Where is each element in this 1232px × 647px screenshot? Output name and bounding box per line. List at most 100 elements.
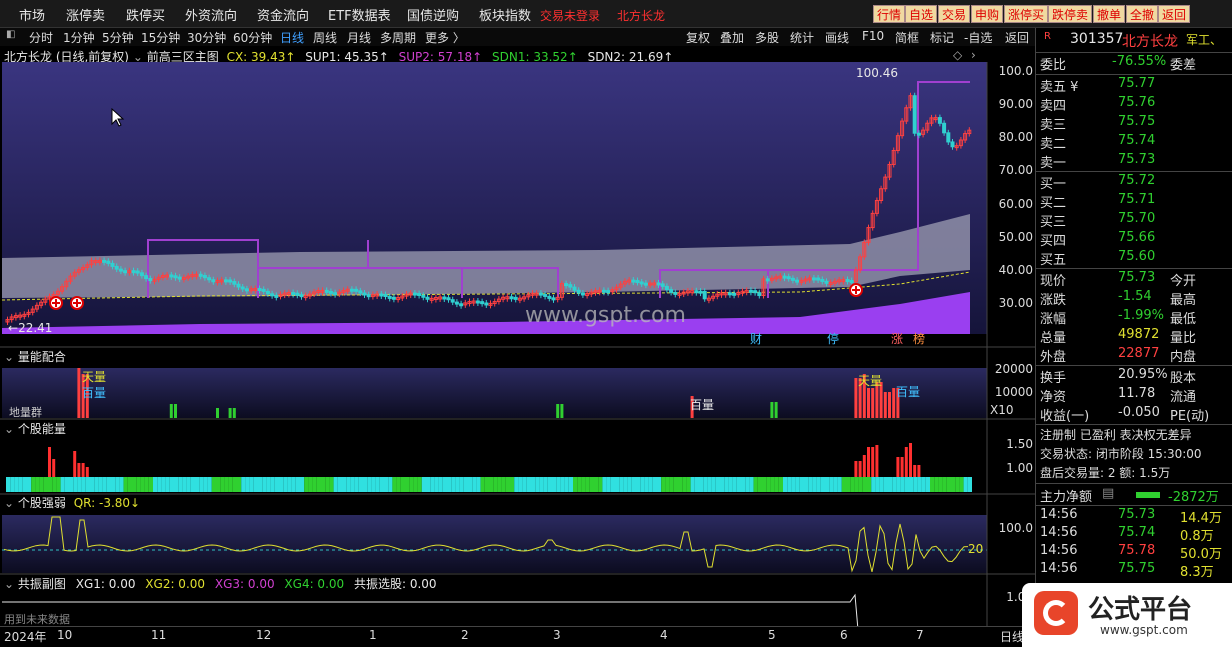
list-icon[interactable]: ▤ — [1102, 486, 1114, 501]
btn-subscribe[interactable]: 申购 — [971, 5, 1004, 23]
period-tab[interactable]: 5分钟 — [102, 29, 134, 46]
candle-body — [631, 279, 636, 283]
candle-body — [454, 301, 459, 305]
tool-multi[interactable]: 多股 — [755, 29, 779, 46]
volume-panel-title[interactable]: 量能配合 — [18, 350, 66, 364]
y-label: 70.00 — [998, 163, 1033, 177]
menu-repo[interactable]: 国债逆购 — [407, 5, 459, 24]
tool-return[interactable]: 返回 — [1005, 29, 1029, 46]
btn-watchlist[interactable]: 自选 — [905, 5, 938, 23]
strength-panel-title[interactable]: 个股强弱 — [18, 496, 66, 510]
energy-panel-title[interactable]: 个股能量 — [18, 422, 66, 436]
btn-cancel-all[interactable]: 全撤 — [1126, 5, 1159, 23]
ask-row[interactable]: 卖三 75.75 — [1040, 114, 1230, 133]
period-tab[interactable]: 1分钟 — [63, 29, 95, 46]
menu-capital-flow[interactable]: 资金流向 — [257, 5, 309, 24]
chart-area[interactable]: 100.46 ←22.41 www.gspt.com 财 停 涨 榜 — [0, 62, 1035, 628]
stat-label: 换手 — [1040, 371, 1067, 386]
menu-limit-down-buy[interactable]: 跌停买 — [126, 5, 165, 24]
tool-adjust[interactable]: 复权 — [686, 29, 710, 46]
period-more[interactable]: 更多 〉 — [425, 29, 465, 46]
energy-base-bar — [762, 477, 767, 492]
volume-bar — [228, 408, 232, 418]
bid-row[interactable]: 买四 75.66 — [1040, 230, 1230, 249]
period-tab[interactable]: 多周期 — [380, 29, 416, 46]
stock-tags: 注册制 已盈利 表决权无差异 — [1040, 426, 1230, 445]
energy-base-bar — [18, 477, 23, 492]
energy-spike-bar — [858, 461, 862, 477]
event-tag[interactable]: 涨 — [891, 331, 903, 346]
energy-base-bar — [295, 477, 300, 492]
btn-return-top[interactable]: 返回 — [1158, 5, 1191, 23]
candle-body — [601, 289, 606, 293]
tool-remove-watch[interactable]: -自选 — [964, 29, 992, 46]
tool-stats[interactable]: 统计 — [790, 29, 814, 46]
bid-row[interactable]: 买二 75.71 — [1040, 192, 1230, 211]
energy-base-bar — [749, 477, 754, 492]
diamond-icon[interactable]: ◇ — [953, 48, 962, 62]
energy-base-bar — [190, 477, 195, 492]
ask-row[interactable]: 卖一 75.73 — [1040, 152, 1230, 171]
tool-draw[interactable]: 画线 — [825, 29, 849, 46]
bid-row[interactable]: 买五 75.60 — [1040, 249, 1230, 268]
energy-base-bar — [694, 477, 699, 492]
ask-row[interactable]: 卖二 75.74 — [1040, 133, 1230, 152]
login-notice[interactable]: 交易未登录 — [540, 7, 600, 24]
period-tab[interactable]: 60分钟 — [233, 29, 272, 46]
candle-body — [543, 293, 548, 297]
energy-base-bar — [518, 477, 523, 492]
resonance-panel-title[interactable]: 共振副图 — [18, 577, 66, 591]
bid-label: 买一 — [1040, 177, 1067, 192]
btn-cancel-order[interactable]: 撤单 — [1093, 5, 1126, 23]
tool-overlay[interactable]: 叠加 — [720, 29, 744, 46]
energy-base-bar — [39, 477, 44, 492]
candle-body — [459, 303, 464, 307]
event-tag[interactable]: 停 — [827, 331, 839, 346]
menu-limit-up-sell[interactable]: 涨停卖 — [66, 5, 105, 24]
candle-body — [207, 277, 212, 281]
stock-sector[interactable]: 军工、 — [1186, 31, 1222, 48]
energy-base-bar — [379, 477, 384, 492]
period-tab[interactable]: 月线 — [347, 29, 371, 46]
menu-market[interactable]: 市场 — [19, 5, 45, 24]
ask-price: 75.73 — [1118, 152, 1156, 167]
vol-tag: 百量 — [690, 398, 715, 412]
tool-mark[interactable]: 标记 — [930, 29, 954, 46]
menu-sector-index[interactable]: 板块指数 — [479, 5, 531, 24]
stat-label: 外盘 — [1040, 350, 1067, 365]
btn-limit-down-sell[interactable]: 跌停卖 — [1048, 5, 1093, 23]
chevron-down-icon[interactable]: ⌄ — [4, 496, 14, 510]
tool-simple-frame[interactable]: 简框 — [895, 29, 919, 46]
period-tab[interactable]: 周线 — [313, 29, 337, 46]
btn-trade[interactable]: 交易 — [938, 5, 971, 23]
ask-row[interactable]: 卖五 ¥ 75.77 — [1040, 76, 1230, 95]
period-tab-active[interactable]: 日线 — [280, 29, 304, 46]
energy-spike-bar — [854, 461, 858, 477]
bid-row[interactable]: 买三 75.70 — [1040, 211, 1230, 230]
chevron-down-icon[interactable]: ⌄ — [4, 350, 14, 364]
energy-base-bar — [27, 477, 32, 492]
energy-base-bar — [73, 477, 78, 492]
volume-bar — [560, 404, 564, 418]
chevron-down-icon[interactable]: ⌄ — [4, 422, 14, 436]
candle-body — [635, 280, 640, 284]
energy-base-bar — [791, 477, 796, 492]
menu-etf-table[interactable]: ETF数据表 — [328, 5, 391, 24]
ask-row[interactable]: 卖四 75.76 — [1040, 95, 1230, 114]
chevron-down-icon[interactable]: ⌄ — [4, 577, 14, 591]
energy-base-bar — [820, 477, 825, 492]
panel-toggle-icon[interactable]: ◧ — [6, 29, 15, 40]
btn-limit-up-buy[interactable]: 涨停买 — [1004, 5, 1049, 23]
btn-quote[interactable]: 行情 — [873, 5, 906, 23]
bid-row[interactable]: 买一 75.72 — [1040, 173, 1230, 192]
stat-label: 量比 — [1170, 331, 1197, 346]
chevron-right-icon[interactable]: › — [971, 48, 976, 62]
period-tab[interactable]: 30分钟 — [187, 29, 226, 46]
tool-f10[interactable]: F10 — [862, 29, 884, 43]
event-tag[interactable]: 财 — [750, 332, 762, 346]
event-tag[interactable]: 榜 — [913, 331, 925, 346]
period-tab[interactable]: 分时 — [29, 29, 53, 46]
energy-base-bar — [90, 477, 95, 492]
period-tab[interactable]: 15分钟 — [141, 29, 180, 46]
menu-foreign-flow[interactable]: 外资流向 — [185, 5, 237, 24]
